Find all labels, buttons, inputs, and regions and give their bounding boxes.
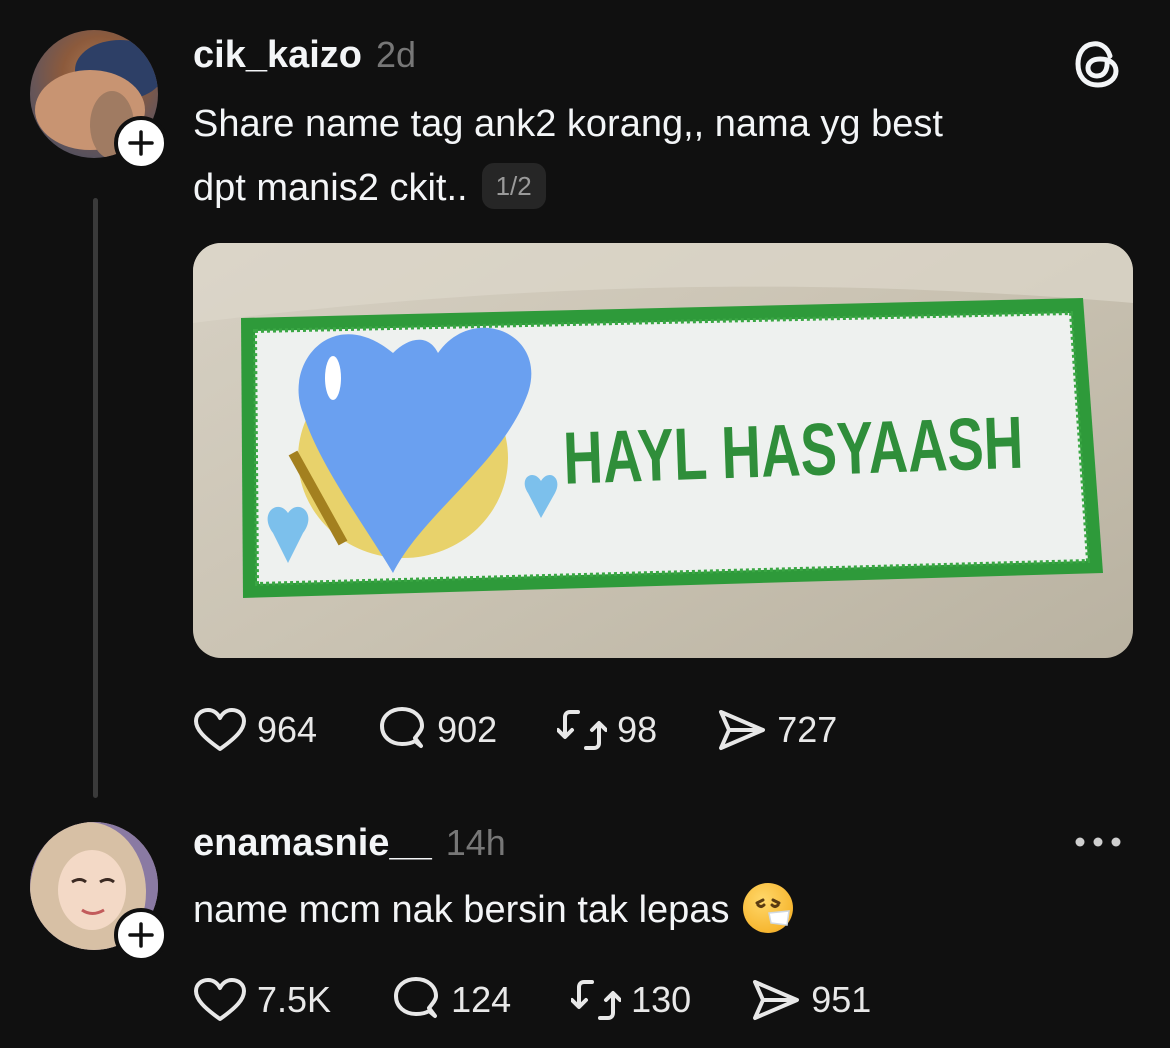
- timestamp: 2d: [376, 34, 417, 75]
- reply-username[interactable]: enamasnie__: [193, 822, 432, 865]
- post-header: cik_kaizo 2d: [193, 34, 416, 77]
- reply-timestamp: 14h: [445, 822, 506, 863]
- page-indicator: 1/2: [481, 162, 546, 209]
- post-image[interactable]: HAYL HASYAASH: [193, 243, 1133, 658]
- repost-icon: [557, 710, 608, 750]
- plus-icon: [128, 922, 154, 948]
- threads-logo-icon[interactable]: [1074, 38, 1122, 95]
- share-count: 727: [777, 709, 838, 750]
- repost-button[interactable]: 98: [557, 706, 657, 754]
- like-count: 964: [257, 709, 318, 750]
- sneezing-face-icon: [743, 882, 794, 933]
- thread-connector-line: [93, 198, 98, 798]
- reply-reply-button[interactable]: 124: [391, 976, 511, 1024]
- comment-icon: [394, 977, 439, 1018]
- like-button[interactable]: 964: [193, 707, 317, 753]
- follow-button[interactable]: [114, 116, 168, 170]
- reply-repost-count: 130: [631, 979, 692, 1020]
- heart-icon: [194, 978, 246, 1021]
- repost-icon: [571, 980, 622, 1020]
- post-text-line: Share name tag ank2 korang,, nama yg bes…: [193, 103, 943, 145]
- send-icon: [719, 710, 766, 750]
- reply-like-button[interactable]: 7.5K: [193, 977, 331, 1023]
- send-icon: [753, 980, 800, 1020]
- post-actions: 964 902 98 727: [193, 706, 897, 754]
- reply-follow-button[interactable]: [114, 908, 168, 962]
- reply-text-content: name mcm nak bersin tak lepas: [193, 889, 730, 931]
- reply-text: name mcm nak bersin tak lepas: [193, 878, 1123, 942]
- post-text-line: dpt manis2 ckit.. 1/2: [193, 156, 1123, 220]
- reply-header: enamasnie__ 14h: [193, 822, 506, 865]
- post-text: Share name tag ank2 korang,, nama yg bes…: [193, 92, 1123, 220]
- reply-share-button[interactable]: 951: [751, 977, 871, 1023]
- username[interactable]: cik_kaizo: [193, 34, 362, 77]
- reply-like-count: 7.5K: [257, 979, 332, 1020]
- nametag-text: HAYL HASYAASH: [562, 401, 1025, 500]
- reply-actions: 7.5K 124 130 951: [193, 976, 931, 1024]
- comment-icon: [380, 707, 425, 748]
- reply-reply-count: 124: [451, 979, 512, 1020]
- share-button[interactable]: 727: [717, 707, 837, 753]
- reply-button[interactable]: 902: [377, 706, 497, 754]
- heart-icon: [194, 708, 246, 751]
- plus-icon: [128, 130, 154, 156]
- reply-count: 902: [437, 709, 498, 750]
- post-text-line2: dpt manis2 ckit..: [193, 167, 468, 209]
- reply-share-count: 951: [811, 979, 872, 1020]
- reply-repost-button[interactable]: 130: [571, 976, 691, 1024]
- repost-count: 98: [617, 709, 658, 750]
- more-options-icon[interactable]: [1074, 835, 1122, 854]
